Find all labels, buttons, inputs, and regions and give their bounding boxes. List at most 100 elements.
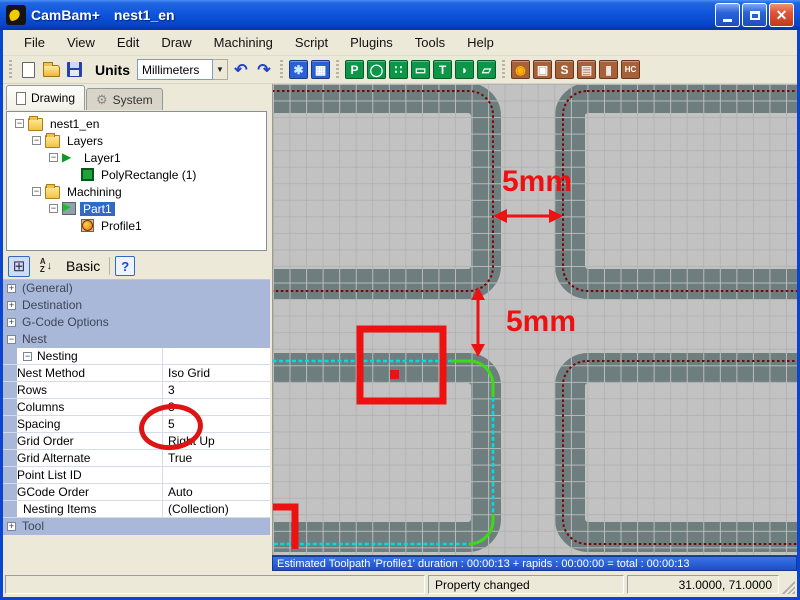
property-value[interactable]: 5 (163, 416, 270, 432)
category-nest[interactable]: −Nest (3, 331, 270, 348)
property-value[interactable]: Iso Grid (163, 365, 270, 381)
menu-bar: FileViewEditDrawMachiningScriptPluginsTo… (3, 30, 797, 56)
mop-drill-icon[interactable]: ◉ (511, 60, 530, 79)
property-row-nesting[interactable]: −Nesting (3, 348, 270, 365)
collapse-icon[interactable]: − (32, 136, 41, 145)
expand-icon[interactable]: + (7, 318, 16, 327)
property-row-grid-order[interactable]: Grid OrderRight Up (3, 433, 270, 450)
draw-points-icon[interactable]: ∷ (389, 60, 408, 79)
tree-item-polyrectangle-1-[interactable]: PolyRectangle (1) (7, 166, 266, 183)
category-tool[interactable]: +Tool (3, 518, 270, 535)
units-value[interactable]: Millimeters (137, 59, 213, 80)
collapse-icon[interactable]: − (7, 335, 16, 344)
tree-item-profile1[interactable]: Profile1 (7, 217, 266, 234)
toolbar-grip[interactable] (280, 60, 283, 80)
collapse-icon[interactable]: − (15, 119, 24, 128)
property-row-columns[interactable]: Columns3 (3, 399, 270, 416)
status-message: Property changed (428, 575, 624, 594)
property-value[interactable]: Right Up (163, 433, 270, 449)
document-name: nest1_en (114, 7, 175, 23)
tree-item-label: Profile1 (98, 219, 145, 233)
resize-grip[interactable] (782, 581, 795, 594)
snap-grid-icon[interactable]: ✱ (289, 60, 308, 79)
tree-item-part1[interactable]: −Part1 (7, 200, 266, 217)
category-destination[interactable]: +Destination (3, 297, 270, 314)
row-gutter (3, 433, 17, 449)
alphabetical-sort-button[interactable]: AZ↓ (35, 256, 57, 277)
undo-icon[interactable]: ↶ (231, 60, 251, 80)
draw-text-icon[interactable]: T (433, 60, 452, 79)
units-dropdown-arrow-icon[interactable]: ▼ (213, 59, 228, 80)
collapse-icon[interactable]: − (49, 153, 58, 162)
redo-icon[interactable]: ↷ (254, 60, 274, 80)
menu-draw[interactable]: Draw (152, 32, 200, 53)
wrench-icon: ⚙ (96, 92, 108, 108)
mop-pocket-icon[interactable]: ▣ (533, 60, 552, 79)
mop-profile-icon[interactable]: ▤ (577, 60, 596, 79)
collapse-icon[interactable]: − (23, 352, 32, 361)
help-button[interactable]: ? (115, 256, 135, 276)
property-value[interactable]: True (163, 450, 270, 466)
tree-item-label: Layer1 (81, 151, 124, 165)
menu-help[interactable]: Help (458, 32, 503, 53)
property-row-rows[interactable]: Rows3 (3, 382, 270, 399)
toolbar-grip[interactable] (502, 60, 505, 80)
mop-vcarve-icon[interactable]: ▮ (599, 60, 618, 79)
minimize-button[interactable] (715, 3, 740, 27)
toolpath-status-text: Estimated Toolpath 'Profile1' duration :… (277, 558, 690, 570)
mop-gcode-icon[interactable]: HC (621, 60, 640, 79)
collapse-icon[interactable]: − (49, 204, 58, 213)
row-gutter (3, 365, 17, 381)
open-file-icon[interactable] (41, 60, 61, 80)
property-row-gcode-order[interactable]: GCode OrderAuto (3, 484, 270, 501)
menu-script[interactable]: Script (286, 32, 337, 53)
property-row-point-list-id[interactable]: Point List ID (3, 467, 270, 484)
property-value[interactable] (163, 348, 270, 364)
toolbar-grip[interactable] (9, 60, 12, 80)
category-g-code-options[interactable]: +G-Code Options (3, 314, 270, 331)
categorized-view-button[interactable]: ⊞ (8, 256, 30, 277)
tree-item-layer1[interactable]: −▶Layer1 (7, 149, 266, 166)
collapse-icon[interactable]: − (32, 187, 41, 196)
draw-surface-icon[interactable]: ▱ (477, 60, 496, 79)
expand-icon[interactable]: + (7, 284, 16, 293)
menu-tools[interactable]: Tools (406, 32, 454, 53)
tree-item-machining[interactable]: −Machining (7, 183, 266, 200)
menu-edit[interactable]: Edit (108, 32, 148, 53)
menu-machining[interactable]: Machining (205, 32, 282, 53)
menu-file[interactable]: File (15, 32, 54, 53)
property-value[interactable]: Auto (163, 484, 270, 500)
save-file-icon[interactable] (64, 60, 84, 80)
menu-plugins[interactable]: Plugins (341, 32, 402, 53)
units-combobox[interactable]: Millimeters▼ (137, 59, 228, 80)
draw-rectangle-icon[interactable]: ▭ (411, 60, 430, 79)
property-row-nest-method[interactable]: Nest MethodIso Grid (3, 365, 270, 382)
property-row-nesting-items[interactable]: Nesting Items(Collection) (3, 501, 270, 518)
tree-item-nest1-en[interactable]: −nest1_en (7, 115, 266, 132)
category--general-[interactable]: +(General) (3, 280, 270, 297)
tree-item-layers[interactable]: −Layers (7, 132, 266, 149)
expand-icon[interactable]: + (7, 301, 16, 310)
drawing-canvas[interactable]: 5mm 5mm (272, 84, 797, 555)
tab-system[interactable]: ⚙ System (86, 88, 163, 110)
expand-icon[interactable]: + (7, 522, 16, 531)
new-file-icon[interactable] (18, 60, 38, 80)
tab-drawing[interactable]: Drawing (6, 85, 85, 110)
property-value[interactable]: 3 (163, 382, 270, 398)
property-value[interactable]: 3 (163, 399, 270, 415)
draw-circle-icon[interactable]: ◯ (367, 60, 386, 79)
close-button[interactable]: ✕ (769, 3, 794, 27)
mop-engrave-icon[interactable]: S (555, 60, 574, 79)
maximize-button[interactable] (742, 3, 767, 27)
draw-arc-icon[interactable]: ◗ (455, 60, 474, 79)
show-grid-icon[interactable]: ▦ (311, 60, 330, 79)
menu-view[interactable]: View (58, 32, 104, 53)
draw-polyline-icon[interactable]: P (345, 60, 364, 79)
categorized-icon: ⊞ (13, 257, 26, 275)
status-bar: Property changed 31.0000, 71.0000 (3, 573, 797, 597)
property-value[interactable]: (Collection) (163, 501, 270, 517)
property-row-grid-alternate[interactable]: Grid AlternateTrue (3, 450, 270, 467)
property-value[interactable] (163, 467, 270, 483)
property-row-spacing[interactable]: Spacing5 (3, 416, 270, 433)
toolbar-grip[interactable] (336, 60, 339, 80)
